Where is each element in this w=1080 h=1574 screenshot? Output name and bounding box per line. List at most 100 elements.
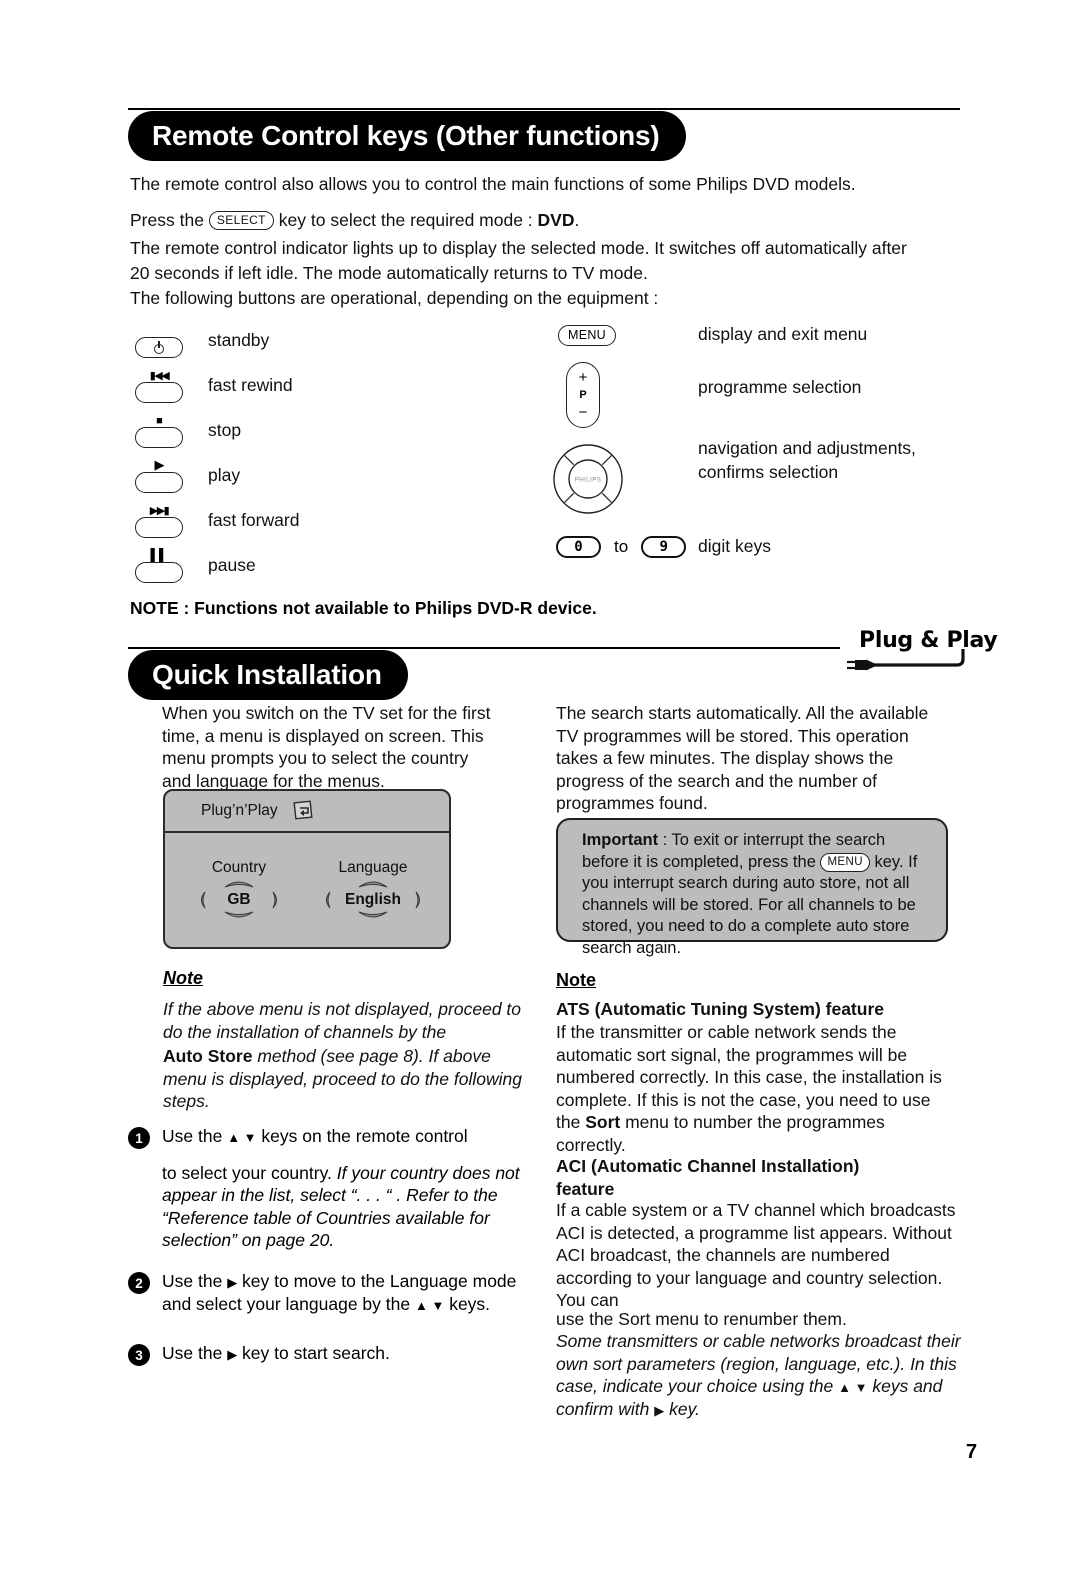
step-2: 2 Use the ▶ key to move to the Language … xyxy=(128,1270,540,1315)
arrow-up-icon-2[interactable] xyxy=(358,879,388,888)
step-1-text-b: keys on the remote control xyxy=(256,1126,468,1146)
section-header-quick-installation: Quick Installation xyxy=(128,647,840,701)
key-row-fast-forward: ▶▶▮ fast forward xyxy=(126,498,546,543)
menu-mock-country-value-wrap: GB xyxy=(215,881,263,918)
page-number: 7 xyxy=(966,1441,978,1463)
programme-key-label: programme selection xyxy=(698,377,862,397)
dvd-r-note: NOTE : Functions not available to Philip… xyxy=(130,598,597,618)
important-menu-key[interactable]: MENU xyxy=(820,852,870,872)
step-2-text-c: keys. xyxy=(444,1293,491,1314)
key-row-standby: standby xyxy=(126,318,546,363)
aci-heading-line1: ACI (Automatic Channel Installation) xyxy=(556,1156,860,1176)
menu-mock-title: Plug’n’Play xyxy=(201,802,278,819)
digit-key-9[interactable]: 9 xyxy=(641,536,687,558)
key-icon-pause[interactable]: ▌▌ xyxy=(126,549,192,583)
ats-paragraph: If the transmitter or cable network send… xyxy=(556,1021,956,1156)
menu-mock-country-label: Country xyxy=(211,859,267,876)
key-row-stop: ■ stop xyxy=(126,408,546,453)
ats-heading: ATS (Automatic Tuning System) feature xyxy=(556,999,884,1019)
svg-text:PHILIPS: PHILIPS xyxy=(575,477,602,484)
left-note-paragraph-2: Auto Store method (see page 8). If above… xyxy=(163,1045,535,1113)
key-icon-stop[interactable]: ■ xyxy=(126,414,192,448)
pause-icon: ▌▌ xyxy=(150,547,168,562)
menu-mock-language-group: Language English xyxy=(307,859,439,918)
digit-range-word: to xyxy=(614,537,629,556)
menu-mock-language-value: English xyxy=(345,891,401,908)
updown-arrow-keys-icon-3: ▲ ▼ xyxy=(838,1380,868,1395)
programme-key[interactable]: + P − xyxy=(566,362,600,428)
digit-key-0[interactable]: 0 xyxy=(556,536,601,558)
remote-key-list-left: standby ▮◀◀ fast rewind ■ stop ▶ play ▶▶… xyxy=(126,318,546,588)
step-2-body: Use the ▶ key to move to the Language mo… xyxy=(150,1270,540,1315)
play-icon: ▶ xyxy=(154,456,165,472)
left-column-intro: When you switch on the TV set for the fi… xyxy=(162,703,491,791)
intro-paragraph: The remote control also allows you to co… xyxy=(130,174,856,194)
menu-mock-language-value-wrap: English xyxy=(340,881,406,918)
standby-key-cap[interactable] xyxy=(135,336,183,358)
menu-mock-language-row: English xyxy=(307,881,439,918)
plug-cable-icon xyxy=(847,649,965,671)
power-icon xyxy=(153,340,166,354)
right-arrow-key-icon-3: ▶ xyxy=(654,1402,665,1418)
arrow-left-icon[interactable] xyxy=(194,889,208,911)
right-note-heading: Note xyxy=(556,970,596,990)
sort-bold: Sort xyxy=(585,1112,621,1132)
updown-arrow-keys-icon-2: ▲ ▼ xyxy=(414,1297,445,1313)
key-icon-fast-forward[interactable]: ▶▶▮ xyxy=(126,504,192,538)
stop-key-cap[interactable] xyxy=(135,426,183,448)
key-icon-standby[interactable] xyxy=(126,324,192,358)
key-icon-fast-rewind[interactable]: ▮◀◀ xyxy=(126,369,192,403)
digit-0-label: 0 xyxy=(574,539,583,555)
menu-key-label: display and exit menu xyxy=(698,324,868,344)
play-key-cap[interactable] xyxy=(135,471,183,493)
step-1-line1: Use the ▲ ▼ keys on the remote control xyxy=(162,1125,540,1148)
arrow-right-icon-2[interactable] xyxy=(413,889,427,911)
auto-store-bold: Auto Store xyxy=(163,1046,253,1066)
menu-mock-language-label: Language xyxy=(338,859,408,876)
plug-and-play-logo: Plug & Play xyxy=(845,628,998,686)
menu-mock-body: Country GB Language English xyxy=(165,833,449,947)
key-row-fast-rewind: ▮◀◀ fast rewind xyxy=(126,363,546,408)
step-3-text-a: Use the xyxy=(162,1343,228,1363)
step-2-text-a: Use the xyxy=(162,1271,228,1291)
key-label-standby: standby xyxy=(208,330,270,350)
navigation-ring-key[interactable]: PHILIPS xyxy=(552,443,624,515)
following-buttons-paragraph: The following buttons are operational, d… xyxy=(130,288,659,308)
press-suffix: key to select the required mode : xyxy=(278,210,533,230)
key-row-pause: ▌▌ pause xyxy=(126,543,546,588)
section-header-remote-control: Remote Control keys (Other functions) xyxy=(128,108,960,162)
arrow-down-icon-2[interactable] xyxy=(358,911,388,920)
aci-heading: ACI (Automatic Channel Installation) fea… xyxy=(556,1155,956,1200)
menu-mock-country-group: Country GB xyxy=(181,859,297,918)
indicator-paragraph: The remote control indicator lights up t… xyxy=(130,238,907,283)
menu-key-cap[interactable]: MENU xyxy=(558,325,617,346)
step-1-body: Use the ▲ ▼ keys on the remote control t… xyxy=(150,1125,540,1252)
programme-letter: P xyxy=(579,388,587,401)
arrow-right-icon[interactable] xyxy=(270,889,284,911)
arrow-up-icon[interactable] xyxy=(224,879,254,888)
pause-key-cap[interactable] xyxy=(135,561,183,583)
menu-mock-titlebar: Plug’n’Play xyxy=(165,791,449,833)
programme-minus: − xyxy=(578,404,588,422)
fast-forward-key-cap[interactable] xyxy=(135,516,183,538)
aci-paragraph-2: use the Sort menu to renumber them. xyxy=(556,1309,847,1329)
step-1-line2: to select your country. If your country … xyxy=(162,1162,540,1252)
section-title-quick-installation: Quick Installation xyxy=(128,650,408,700)
standby-glyph-spacer xyxy=(158,324,161,337)
fast-rewind-key-cap[interactable] xyxy=(135,381,183,403)
step-2-number: 2 xyxy=(128,1272,150,1294)
arrow-down-icon[interactable] xyxy=(224,911,254,920)
left-note-heading: Note xyxy=(163,968,203,988)
header-rule xyxy=(128,108,960,110)
digit-keys-row: 0 to 9 xyxy=(556,536,687,558)
step-3: 3 Use the ▶ key to start search. xyxy=(128,1342,540,1366)
navigation-label-line1: navigation and adjustments, xyxy=(698,438,916,458)
key-icon-play[interactable]: ▶ xyxy=(126,456,192,493)
important-box: Important : To exit or interrupt the sea… xyxy=(556,818,948,957)
fast-forward-icon: ▶▶▮ xyxy=(149,504,170,517)
stop-icon: ■ xyxy=(156,414,163,427)
digit-keys-label: digit keys xyxy=(698,536,771,556)
step-1: 1 Use the ▲ ▼ keys on the remote control… xyxy=(128,1125,540,1252)
arrow-left-icon-2[interactable] xyxy=(319,889,333,911)
select-key-cap[interactable]: SELECT xyxy=(208,211,274,230)
